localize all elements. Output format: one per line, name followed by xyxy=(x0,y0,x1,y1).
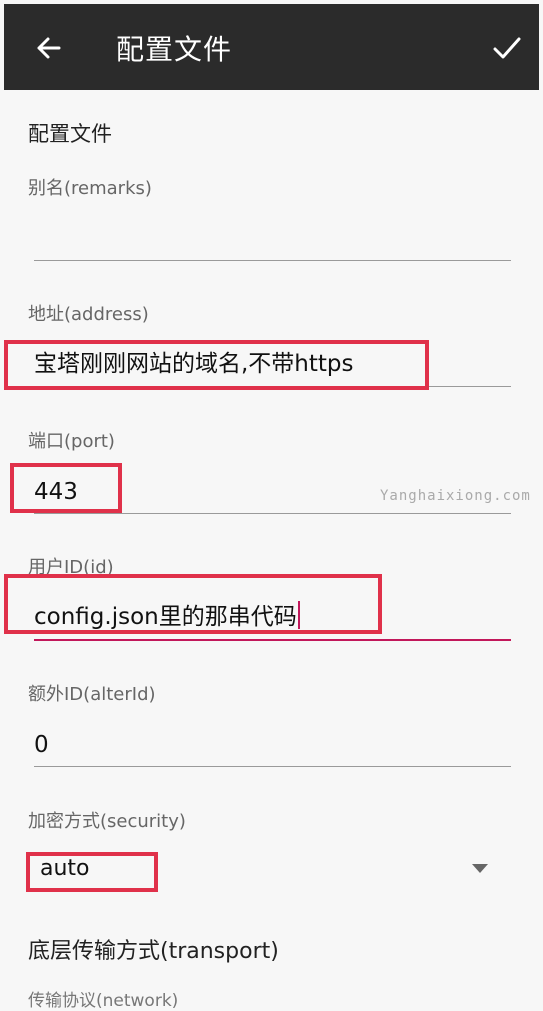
remarks-label: 别名(remarks) xyxy=(28,178,152,199)
network-label-partial: 传输协议(network) xyxy=(28,991,179,1011)
app-toolbar: 配置文件 xyxy=(4,4,539,90)
alterid-input[interactable]: 0 xyxy=(34,722,511,767)
back-arrow-icon[interactable] xyxy=(30,30,66,66)
port-label: 端口(port) xyxy=(28,431,115,452)
id-highlight-box xyxy=(4,574,382,634)
alterid-label: 额外ID(alterId) xyxy=(28,684,156,705)
remarks-input[interactable] xyxy=(34,216,511,261)
address-label: 地址(address) xyxy=(28,304,149,325)
confirm-check-icon[interactable] xyxy=(489,30,525,66)
port-highlight-box xyxy=(10,463,122,513)
section-title: 配置文件 xyxy=(28,122,112,146)
transport-section-title: 底层传输方式(transport) xyxy=(28,939,279,964)
toolbar-title: 配置文件 xyxy=(116,33,233,66)
address-highlight-box xyxy=(4,340,429,390)
watermark: Yanghaixiong.com xyxy=(380,488,531,504)
security-label: 加密方式(security) xyxy=(28,811,186,832)
security-highlight-box xyxy=(26,852,158,892)
alterid-value: 0 xyxy=(34,732,49,758)
dropdown-arrow-icon[interactable] xyxy=(472,864,488,873)
